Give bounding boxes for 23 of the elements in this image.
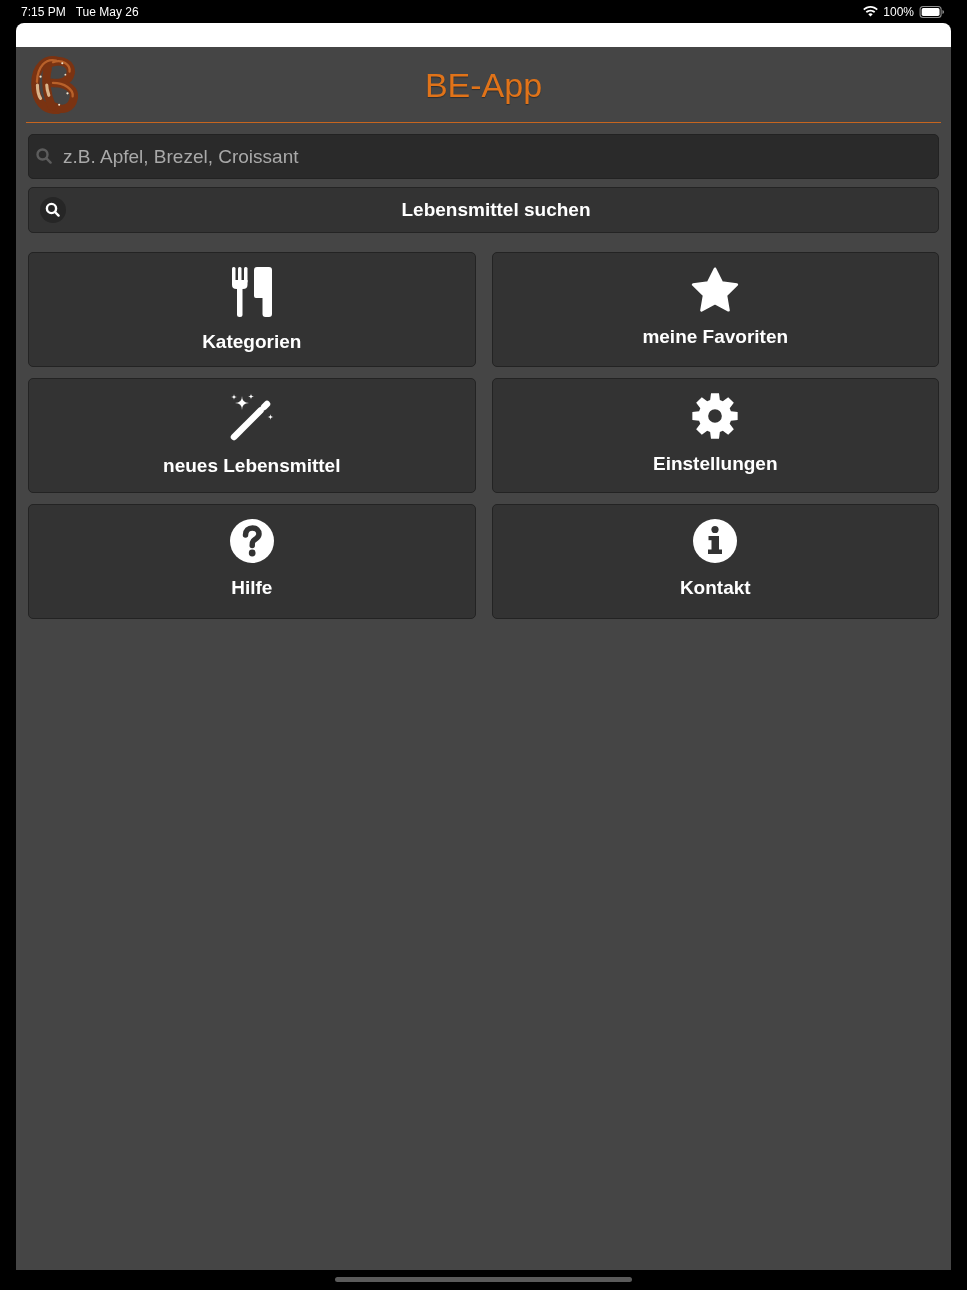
search-button[interactable]: Lebensmittel suchen	[28, 187, 939, 233]
search-icon	[40, 197, 66, 223]
info-icon	[693, 519, 738, 563]
search-field[interactable]: z.B. Apfel, Brezel, Croissant	[28, 134, 939, 179]
battery-icon	[919, 5, 945, 18]
status-time: 7:15 PM	[21, 4, 66, 19]
menu-button[interactable]: Einstellungen	[491, 378, 939, 493]
fork-knife-icon	[231, 267, 272, 317]
battery-percentage: 100%	[883, 4, 914, 19]
pretzel-icon	[30, 55, 78, 114]
star-icon	[691, 267, 740, 312]
settings-icon	[692, 393, 739, 439]
app-title: BE-App	[424, 64, 543, 105]
menu-button[interactable]: Hilfe	[28, 504, 476, 619]
magic-wand-icon	[229, 393, 274, 441]
menu-button[interactable]: Kontakt	[491, 504, 939, 619]
menu-button[interactable]: Kategorien	[28, 252, 476, 367]
menu-button[interactable]: neues Lebensmittel	[28, 378, 476, 493]
status-date: Tue May 26	[75, 4, 139, 19]
menu-button[interactable]: meine Favoriten	[491, 252, 939, 367]
search-icon	[36, 148, 52, 164]
help-icon	[229, 519, 274, 563]
wifi-icon	[863, 6, 879, 17]
